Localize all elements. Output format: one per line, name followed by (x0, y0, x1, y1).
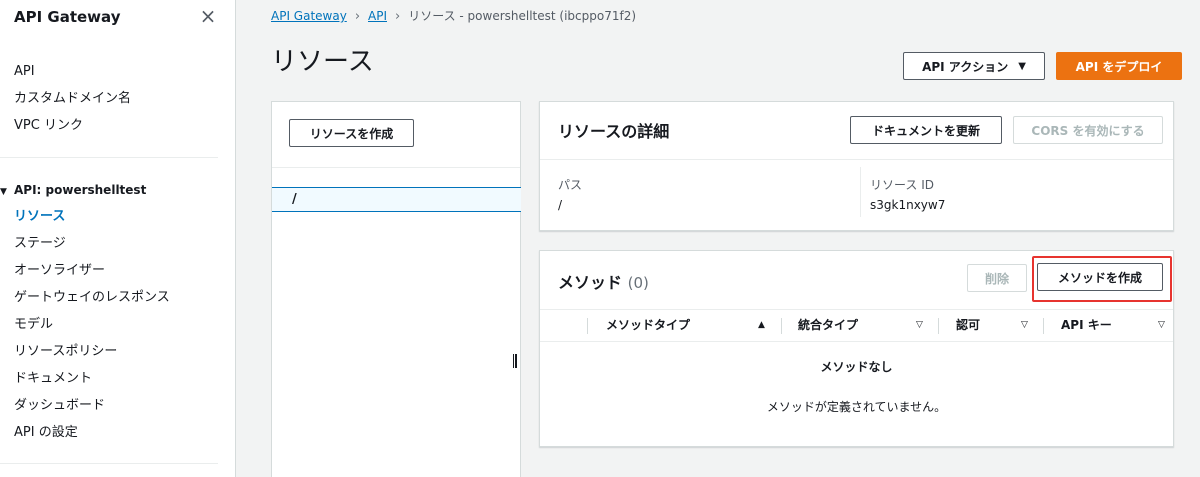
sidebar-item-custom-domain[interactable]: カスタムドメイン名 (14, 89, 131, 109)
sidebar-item-gateway-responses[interactable]: ゲートウェイのレスポンス (14, 288, 170, 308)
breadcrumb: API Gateway › API › リソース - powershelltest (i… (271, 7, 636, 25)
sidebar-item-models[interactable]: モデル (14, 315, 53, 335)
annotation-highlight-box (1032, 256, 1172, 302)
sidebar-group-label: API: powershelltest (14, 183, 147, 197)
sidebar-group-api[interactable]: ▼ API: powershelltest (0, 180, 146, 200)
methods-table-header: メソッドタイプ ▲ 統合タイプ ▽ 認可 ▽ API キー ▽ (540, 309, 1173, 342)
methods-title: メソッド (0) (558, 269, 649, 293)
delete-method-button[interactable]: 削除 (967, 264, 1027, 292)
resource-tree-panel: / (271, 101, 521, 477)
resource-tree-item-root[interactable]: / (272, 187, 521, 212)
column-divider (587, 318, 588, 334)
resource-id-label: リソース ID (870, 178, 934, 192)
resource-id-value: s3gk1nxyw7 (870, 198, 946, 212)
panel-resize-handle[interactable] (513, 354, 517, 368)
navigation-sidebar: API Gateway × API カスタムドメイン名 VPC リンク ▼ API… (0, 0, 236, 477)
breadcrumb-api-gateway[interactable]: API Gateway (271, 9, 347, 23)
empty-state-title: メソッドなし (820, 360, 893, 374)
chevron-right-icon: › (354, 9, 361, 24)
sidebar-item-resources[interactable]: リソース (14, 207, 65, 227)
sort-icon[interactable]: ▽ (916, 310, 923, 341)
path-value: / (558, 198, 563, 212)
sidebar-item-authorizers[interactable]: オーソライザー (14, 261, 105, 281)
sidebar-header: API Gateway × (14, 6, 226, 27)
sidebar-item-documentation[interactable]: ドキュメント (14, 369, 92, 389)
column-header-api-key[interactable]: API キー (1061, 310, 1112, 341)
sidebar-item-resource-policy[interactable]: リソースポリシー (14, 342, 117, 362)
methods-count: (0) (627, 274, 649, 292)
close-icon[interactable]: × (198, 6, 218, 27)
divider (860, 167, 861, 217)
caret-down-icon: ▼ (1018, 60, 1026, 72)
sidebar-divider (0, 157, 218, 158)
sidebar-item-api[interactable]: API (14, 62, 35, 82)
api-actions-label: API アクション (922, 59, 1009, 74)
sidebar-item-api-settings[interactable]: API の設定 (14, 423, 78, 443)
sort-icon[interactable]: ▽ (1158, 310, 1165, 341)
enable-cors-button[interactable]: CORS を有効にする (1013, 116, 1163, 144)
sidebar-item-stages[interactable]: ステージ (14, 234, 66, 254)
deploy-api-button[interactable]: API をデプロイ (1056, 52, 1182, 80)
sort-icon[interactable]: ▽ (1021, 310, 1028, 341)
sidebar-item-vpc-link[interactable]: VPC リンク (14, 116, 83, 136)
column-divider (938, 318, 939, 334)
breadcrumb-current: リソース - powershelltest (ibcppo71f2) (408, 9, 637, 23)
chevron-right-icon: › (395, 9, 401, 24)
sidebar-title: API Gateway (14, 8, 121, 26)
caret-down-icon: ▼ (0, 187, 7, 197)
divider (272, 167, 520, 168)
page-title: リソース (271, 47, 374, 77)
path-label: パス (558, 178, 583, 192)
empty-state-description: メソッドが定義されていません。 (766, 400, 947, 414)
column-divider (781, 318, 782, 334)
create-resource-button[interactable]: リソースを作成 (289, 119, 414, 147)
methods-title-label: メソッド (558, 273, 623, 292)
api-actions-button[interactable]: API アクション ▼ (903, 52, 1045, 80)
column-header-authorization[interactable]: 認可 (956, 310, 980, 341)
divider (540, 159, 1173, 160)
update-documentation-button[interactable]: ドキュメントを更新 (850, 116, 1002, 144)
resource-details-title: リソースの詳細 (558, 122, 670, 141)
column-header-integration-type[interactable]: 統合タイプ (798, 310, 858, 341)
sidebar-divider (0, 463, 218, 464)
column-divider (1043, 318, 1044, 334)
column-header-method-type[interactable]: メソッドタイプ (606, 310, 690, 341)
breadcrumb-api[interactable]: API (368, 9, 387, 23)
sort-ascending-icon[interactable]: ▲ (758, 310, 765, 341)
sidebar-item-dashboard[interactable]: ダッシュボード (14, 396, 105, 416)
